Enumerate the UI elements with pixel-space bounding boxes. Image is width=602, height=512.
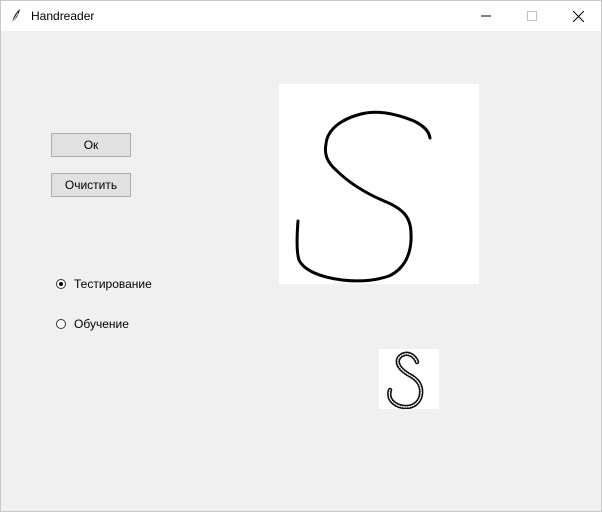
app-window: Handreader Ок Очистить Тестирование Обуч…: [0, 0, 602, 512]
title-bar[interactable]: Handreader: [1, 1, 601, 31]
downscaled-s-preview: [387, 351, 424, 410]
handwritten-s-stroke: [295, 110, 432, 283]
window-title: Handreader: [31, 9, 95, 23]
radio-testing-label: Тестирование: [74, 277, 152, 291]
radio-testing[interactable]: Тестирование: [56, 276, 152, 292]
radio-learning-label: Обучение: [74, 317, 129, 331]
minimize-button[interactable]: [463, 1, 509, 31]
feather-icon: [9, 8, 23, 24]
maximize-button[interactable]: [509, 1, 555, 31]
maximize-icon: [527, 11, 537, 21]
radio-selected-icon[interactable]: [56, 279, 66, 289]
clear-button[interactable]: Очистить: [51, 173, 131, 197]
radio-unselected-icon[interactable]: [56, 319, 66, 329]
radio-learning[interactable]: Обучение: [56, 316, 129, 332]
preview-canvas: [379, 349, 439, 410]
minimize-icon: [481, 15, 491, 17]
ok-button[interactable]: Ок: [51, 133, 131, 157]
close-icon: [572, 10, 584, 22]
close-button[interactable]: [555, 1, 601, 31]
drawing-canvas[interactable]: [279, 84, 479, 284]
